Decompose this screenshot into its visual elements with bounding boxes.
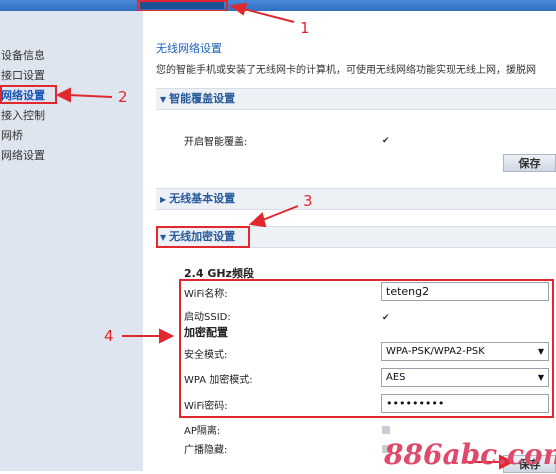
ap-isolation-label: AP隔离: bbox=[184, 426, 221, 437]
wpa-mode-value: AES bbox=[386, 372, 406, 383]
sidebar-item-access-control[interactable]: 接入控制 bbox=[1, 107, 45, 124]
chevron-down-icon: ▼ bbox=[537, 347, 544, 356]
page-title: 无线网络设置 bbox=[156, 42, 222, 55]
annotation-number-1: 1 bbox=[300, 19, 310, 37]
section-wireless-basic[interactable]: ▶ 无线基本设置 bbox=[156, 188, 556, 210]
wifi-name-input[interactable]: teteng2 bbox=[381, 282, 549, 301]
annotation-box-security-section bbox=[156, 226, 250, 248]
annotation-number-2: 2 bbox=[118, 88, 128, 106]
page-description: 您的智能手机或安装了无线网卡的计算机，可使用无线网络功能实现无线上网，援脱网 bbox=[156, 65, 536, 76]
sidebar: 设备信息 接口设置 网络设置 接入控制 网桥 网络设置 bbox=[0, 11, 143, 471]
security-mode-value: WPA-PSK/WPA2-PSK bbox=[386, 346, 485, 357]
ssid-label: 启动SSID: bbox=[184, 312, 231, 323]
smart-save-button[interactable]: 保存 bbox=[503, 154, 556, 172]
triangle-icon: ▶ bbox=[160, 195, 167, 204]
sidebar-item-network[interactable]: 网络设置 bbox=[1, 147, 45, 164]
wifi-name-label: WiFi名称: bbox=[184, 289, 228, 300]
annotation-number-3: 3 bbox=[303, 192, 313, 210]
ap-isolation-checkbox[interactable] bbox=[382, 426, 390, 434]
section-label: 智能覆盖设置 bbox=[169, 92, 236, 105]
section-label: 无线基本设置 bbox=[169, 192, 236, 205]
smart-coverage-checkbox[interactable]: ✔ bbox=[382, 137, 390, 146]
security-mode-select[interactable]: WPA-PSK/WPA2-PSK ▼ bbox=[381, 342, 549, 361]
top-nav-bar bbox=[0, 0, 556, 11]
security-mode-label: 安全模式: bbox=[184, 350, 228, 361]
annotation-box-sidebar bbox=[0, 85, 57, 104]
wpa-mode-select[interactable]: AES ▼ bbox=[381, 368, 549, 387]
ssid-checkbox[interactable]: ✔ bbox=[382, 314, 390, 323]
smart-coverage-label: 开启智能覆盖: bbox=[184, 137, 248, 148]
broadcast-hidden-label: 广播隐藏: bbox=[184, 445, 228, 456]
wpa-mode-label: WPA 加密模式: bbox=[184, 375, 253, 386]
annotation-number-4: 4 bbox=[104, 327, 114, 345]
watermark: 886abc.com bbox=[384, 438, 556, 471]
wifi-password-input[interactable]: ••••••••• bbox=[381, 394, 549, 413]
section-smart-coverage[interactable]: ▼ 智能覆盖设置 bbox=[156, 88, 556, 110]
sidebar-item-device-info[interactable]: 设备信息 bbox=[1, 47, 45, 64]
sidebar-item-interface[interactable]: 接口设置 bbox=[1, 67, 45, 84]
chevron-down-icon: ▼ bbox=[537, 373, 544, 382]
triangle-icon: ▼ bbox=[160, 95, 167, 104]
encrypt-title: 加密配置 bbox=[184, 326, 228, 339]
wifi-password-label: WiFi密码: bbox=[184, 401, 228, 412]
sidebar-item-bridge[interactable]: 网桥 bbox=[1, 127, 23, 144]
